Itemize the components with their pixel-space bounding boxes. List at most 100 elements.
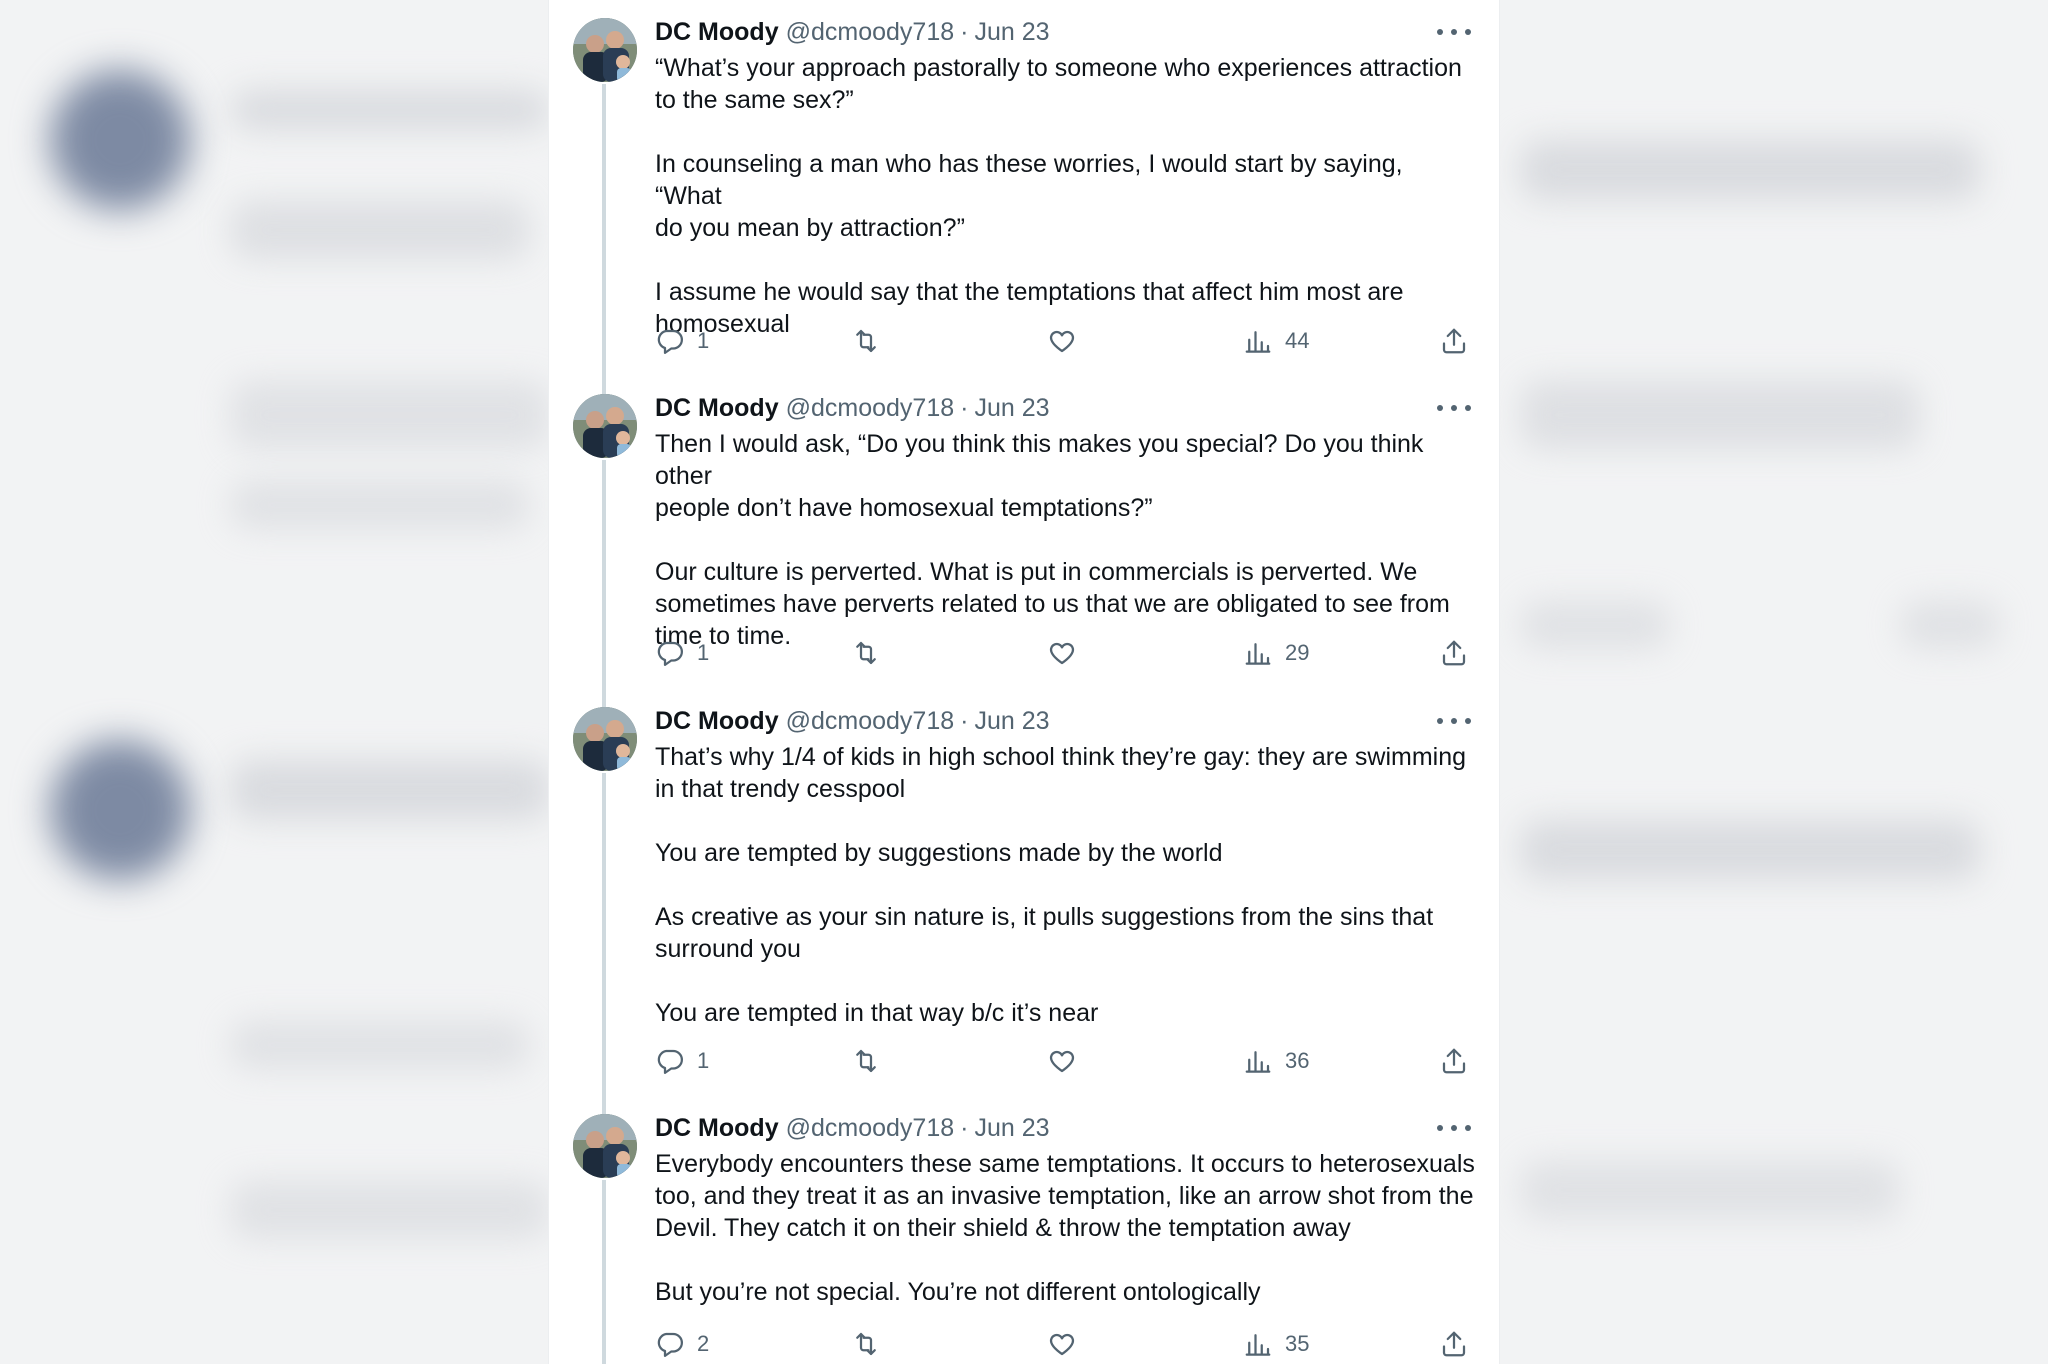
tweet-actions: 1 29 xyxy=(655,633,1475,673)
thread-line xyxy=(602,376,606,394)
view-count: 29 xyxy=(1285,640,1310,665)
tweet-header: DC Moody @dcmoody718 · Jun 23 xyxy=(655,388,1050,428)
reply-button[interactable]: 1 xyxy=(655,321,709,361)
view-count: 36 xyxy=(1285,1048,1310,1073)
tweet-date[interactable]: Jun 23 xyxy=(974,1114,1049,1143)
more-options-icon[interactable] xyxy=(1437,396,1471,420)
thread-line xyxy=(602,1180,606,1364)
share-icon xyxy=(1442,328,1466,354)
tweet[interactable]: DC Moody @dcmoody718 · Jun 23 Then I wou… xyxy=(549,376,1499,689)
blurred-text-block xyxy=(230,380,550,450)
tweet-text: “What’s your approach pastorally to some… xyxy=(655,54,1462,338)
author-name[interactable]: DC Moody xyxy=(655,394,779,423)
tweet-date[interactable]: Jun 23 xyxy=(974,394,1049,423)
views-button[interactable]: 35 xyxy=(1243,1324,1309,1364)
author-handle[interactable]: @dcmoody718 xyxy=(786,394,955,423)
share-button[interactable] xyxy=(1439,1041,1469,1081)
analytics-icon xyxy=(1245,1334,1271,1356)
tweet-date[interactable]: Jun 23 xyxy=(974,707,1049,736)
thread-feed: DC Moody @dcmoody718 · Jun 23 “What’s yo… xyxy=(548,0,1500,1364)
avatar-photo xyxy=(573,707,637,771)
like-button[interactable] xyxy=(1047,633,1089,673)
share-icon xyxy=(1442,1048,1466,1074)
thread-line xyxy=(602,689,606,707)
author-handle[interactable]: @dcmoody718 xyxy=(786,18,955,47)
repost-button[interactable] xyxy=(851,321,893,361)
views-button[interactable]: 44 xyxy=(1243,321,1309,361)
reply-icon xyxy=(657,1332,683,1357)
author-name[interactable]: DC Moody xyxy=(655,18,779,47)
views-button[interactable]: 29 xyxy=(1243,633,1309,673)
blurred-text-block xyxy=(230,760,550,820)
repost-button[interactable] xyxy=(851,1324,893,1364)
blurred-avatar-top xyxy=(50,70,190,210)
repost-button[interactable] xyxy=(851,1041,893,1081)
blurred-avatar-bottom xyxy=(50,740,190,880)
views-button[interactable]: 36 xyxy=(1243,1041,1309,1081)
share-button[interactable] xyxy=(1439,633,1469,673)
repost-icon xyxy=(856,1049,876,1073)
blurred-text-block xyxy=(1520,380,1920,450)
blurred-text-block xyxy=(230,1020,530,1070)
heart-icon xyxy=(1049,330,1075,353)
repost-icon xyxy=(856,641,876,665)
reply-icon xyxy=(657,329,683,354)
blurred-text-block xyxy=(230,200,530,260)
more-options-icon[interactable] xyxy=(1437,709,1471,733)
like-button[interactable] xyxy=(1047,321,1089,361)
tweet-actions: 1 44 xyxy=(655,321,1475,361)
reply-icon xyxy=(657,1049,683,1074)
avatar-photo xyxy=(573,18,637,82)
separator: · xyxy=(960,393,969,422)
separator: · xyxy=(960,17,969,46)
separator: · xyxy=(960,1113,969,1142)
avatar[interactable] xyxy=(573,707,637,771)
tweet[interactable]: DC Moody @dcmoody718 · Jun 23 That’s why… xyxy=(549,689,1499,1096)
analytics-icon xyxy=(1245,331,1271,353)
author-name[interactable]: DC Moody xyxy=(655,707,779,736)
blurred-text-block xyxy=(1520,140,1980,200)
more-options-icon[interactable] xyxy=(1437,20,1471,44)
share-icon xyxy=(1442,640,1466,666)
author-handle[interactable]: @dcmoody718 xyxy=(786,707,955,736)
thread-line xyxy=(602,460,606,689)
share-button[interactable] xyxy=(1439,1324,1469,1364)
repost-button[interactable] xyxy=(851,633,893,673)
tweet-date[interactable]: Jun 23 xyxy=(974,18,1049,47)
thread-line xyxy=(602,84,606,376)
avatar[interactable] xyxy=(573,394,637,458)
tweet-header: DC Moody @dcmoody718 · Jun 23 xyxy=(655,701,1050,741)
tweet-actions: 1 36 xyxy=(655,1041,1475,1081)
tweet-text: That’s why 1/4 of kids in high school th… xyxy=(655,743,1467,1027)
avatar-photo xyxy=(573,394,637,458)
more-options-icon[interactable] xyxy=(1437,1116,1471,1140)
author-name[interactable]: DC Moody xyxy=(655,1114,779,1143)
tweet-header: DC Moody @dcmoody718 · Jun 23 xyxy=(655,12,1050,52)
reply-count: 2 xyxy=(697,1331,710,1356)
author-handle[interactable]: @dcmoody718 xyxy=(786,1114,955,1143)
tweet[interactable]: DC Moody @dcmoody718 · Jun 23 Everybody … xyxy=(549,1096,1499,1364)
avatar[interactable] xyxy=(573,1114,637,1178)
thread-line xyxy=(602,1096,606,1114)
analytics-icon xyxy=(1245,1051,1271,1073)
view-count: 44 xyxy=(1285,328,1310,353)
avatar[interactable] xyxy=(573,18,637,82)
heart-icon xyxy=(1049,642,1075,665)
view-count: 35 xyxy=(1285,1331,1310,1356)
share-icon xyxy=(1442,1331,1466,1357)
reply-button[interactable]: 1 xyxy=(655,633,709,673)
blurred-text-block xyxy=(1520,820,1980,880)
repost-icon xyxy=(856,329,876,353)
avatar-photo xyxy=(573,1114,637,1178)
blurred-text-block xyxy=(230,1180,550,1240)
tweet-text: Everybody encounters these same temptati… xyxy=(655,1150,1475,1306)
like-button[interactable] xyxy=(1047,1324,1089,1364)
reply-button[interactable]: 1 xyxy=(655,1041,709,1081)
analytics-icon xyxy=(1245,643,1271,665)
tweet[interactable]: DC Moody @dcmoody718 · Jun 23 “What’s yo… xyxy=(549,0,1499,376)
heart-icon xyxy=(1049,1050,1075,1073)
share-button[interactable] xyxy=(1439,321,1469,361)
reply-button[interactable]: 2 xyxy=(655,1324,709,1364)
blurred-text-block xyxy=(230,90,550,130)
like-button[interactable] xyxy=(1047,1041,1089,1081)
